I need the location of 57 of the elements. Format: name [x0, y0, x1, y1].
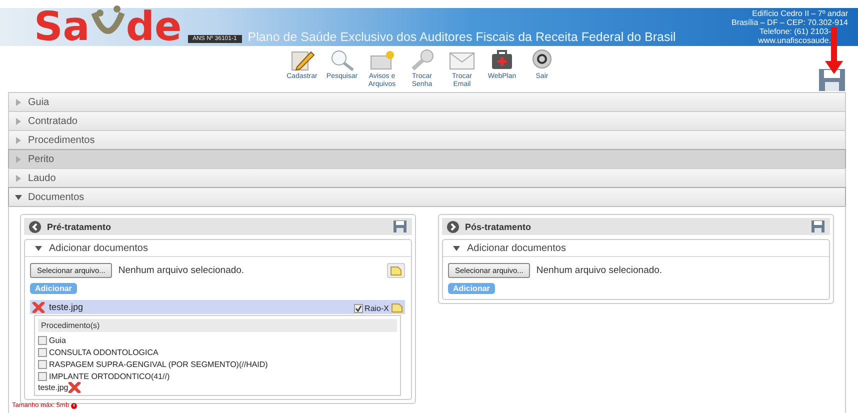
notice-card-icon: [369, 49, 395, 71]
logo-text: de: [126, 10, 182, 44]
procedure-label: CONSULTA ODONTOLOGICA: [49, 348, 158, 356]
address-line: Edifício Cedro II – 7º andar: [752, 9, 848, 18]
accordion-header[interactable]: Documentos: [8, 187, 846, 206]
procedure-label: IMPLANTE ORTODONTICO(41//): [49, 372, 170, 380]
back-icon[interactable]: [29, 220, 41, 232]
address-line: www.unafiscosaude.: [758, 36, 831, 45]
caret-right-icon: [15, 156, 22, 162]
file-name: teste.jpg: [38, 383, 68, 392]
save-icon[interactable]: [811, 220, 825, 233]
procedure-label: RASPAGEM SUPRA-GENGIVAL (POR SEGMENTO)(//HAID): [49, 360, 268, 368]
caret-right-icon: [15, 118, 22, 124]
procedure-label: Guia: [49, 336, 66, 344]
check-icon: [354, 304, 362, 312]
forward-icon[interactable]: [447, 220, 459, 232]
checkbox-label: Raio-X: [364, 304, 389, 312]
info-icon: [71, 402, 78, 408]
checkbox[interactable]: [38, 336, 47, 344]
caret-down-icon: [35, 244, 42, 252]
caret-right-icon: [15, 136, 22, 144]
medkit-icon: [489, 49, 515, 71]
subsection-header[interactable]: Adicionar documentos: [25, 240, 411, 257]
search-icon: [329, 49, 355, 71]
delete-icon[interactable]: [68, 382, 82, 393]
note-icon: [390, 265, 402, 276]
key-icon: [409, 49, 435, 71]
file-name: teste.jpg: [49, 302, 84, 312]
checkbox[interactable]: [38, 360, 47, 368]
subsection-header[interactable]: Adicionar documentos: [443, 240, 829, 257]
caret-right-icon: [15, 98, 22, 106]
file-status: Nenhum arquivo selecionado.: [118, 265, 244, 276]
procedures-heading: Procedimento(s): [38, 319, 397, 332]
note-icon[interactable]: [391, 302, 403, 312]
save-icon[interactable]: [393, 220, 407, 233]
logo-text: Sa: [34, 10, 90, 44]
note-button[interactable]: [387, 263, 405, 278]
caret-down-icon: [453, 244, 460, 252]
delete-icon[interactable]: [32, 302, 45, 312]
file-status: Nenhum arquivo selecionado.: [536, 265, 662, 276]
accordion-header[interactable]: Perito: [8, 149, 846, 168]
panel-title: Pré-tratamento: [47, 222, 112, 232]
address-line: Brasília – DF – CEP: 70.302-914: [731, 18, 848, 27]
caret-down-icon: [15, 194, 22, 200]
checkbox[interactable]: [354, 304, 363, 312]
checkbox[interactable]: [38, 348, 47, 356]
accordion-header[interactable]: Procedimentos: [8, 130, 846, 149]
accordion-header[interactable]: Laudo: [8, 168, 846, 187]
address-line: Telefone: (61) 2103-: [759, 27, 831, 36]
save-icon[interactable]: [818, 68, 846, 92]
panel-title: Pós-tratamento: [465, 222, 532, 232]
accordion-header[interactable]: Guia: [8, 92, 846, 111]
edit-icon: [289, 49, 315, 71]
tagline: Plano de Saúde Exclusivo dos Auditores Fiscais da Receita Federal do Brasil: [248, 30, 676, 44]
checkbox[interactable]: [38, 372, 47, 380]
caret-right-icon: [15, 174, 22, 182]
accordion-header[interactable]: Contratado: [8, 111, 846, 130]
